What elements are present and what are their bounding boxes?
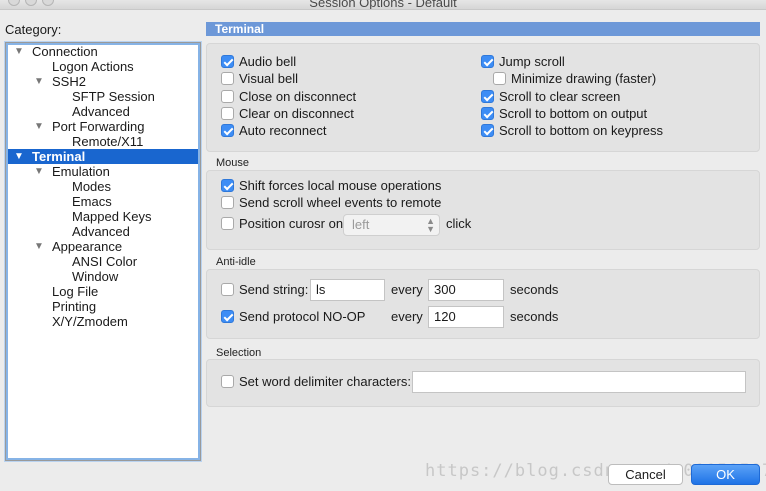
send-string-input[interactable]: ls bbox=[310, 279, 385, 301]
word-delimiter-input[interactable] bbox=[412, 371, 746, 393]
send-scroll-option[interactable]: Send scroll wheel events to remote bbox=[221, 195, 441, 211]
visual-bell-option[interactable]: Visual bell bbox=[221, 71, 298, 87]
tree-item-ansi-color[interactable]: ANSI Color bbox=[72, 254, 137, 269]
audio-bell-checkbox[interactable] bbox=[221, 55, 234, 68]
tree-item-ssh2-advanced[interactable]: Advanced bbox=[72, 104, 130, 119]
clear-on-disconnect-checkbox[interactable] bbox=[221, 107, 234, 120]
tree-item-appearance[interactable]: Appearance bbox=[52, 239, 122, 254]
send-scroll-checkbox[interactable] bbox=[221, 196, 234, 209]
send-string-option[interactable]: Send string: bbox=[221, 282, 308, 298]
tree-item-xyzmodem[interactable]: X/Y/Zmodem bbox=[52, 314, 128, 329]
tree-item-sftp-session[interactable]: SFTP Session bbox=[72, 89, 155, 104]
scroll-bottom-output-option[interactable]: Scroll to bottom on output bbox=[481, 106, 647, 122]
shift-forces-checkbox[interactable] bbox=[221, 179, 234, 192]
expand-triangle-icon[interactable]: ▼ bbox=[34, 119, 44, 134]
ok-button[interactable]: OK bbox=[691, 464, 760, 485]
tree-item-printing[interactable]: Printing bbox=[52, 299, 96, 314]
minimize-drawing-option[interactable]: Minimize drawing (faster) bbox=[493, 71, 656, 87]
click-label: click bbox=[446, 216, 472, 231]
tree-item-port-forwarding[interactable]: Port Forwarding bbox=[52, 119, 144, 134]
anti-idle-section-title: Anti-idle bbox=[216, 256, 256, 268]
tree-item-emulation-advanced[interactable]: Advanced bbox=[72, 224, 130, 239]
tree-item-mapped-keys[interactable]: Mapped Keys bbox=[72, 209, 152, 224]
seconds-label: seconds bbox=[510, 309, 559, 324]
position-cursor-select[interactable]: left ▲ ▼ bbox=[343, 214, 440, 236]
tree-item-connection[interactable]: Connection bbox=[32, 44, 98, 59]
tree-item-window[interactable]: Window bbox=[72, 269, 118, 284]
tree-item-ssh2[interactable]: SSH2 bbox=[52, 74, 86, 89]
tree-item-log-file[interactable]: Log File bbox=[52, 284, 98, 299]
tree-item-remote-x11[interactable]: Remote/X11 bbox=[72, 134, 143, 149]
position-cursor-checkbox[interactable] bbox=[221, 217, 234, 230]
tree-item-emacs[interactable]: Emacs bbox=[72, 194, 112, 209]
send-string-checkbox[interactable] bbox=[221, 283, 234, 296]
every-label: every bbox=[391, 282, 423, 297]
title-bar: Session Options - Default bbox=[0, 0, 766, 10]
shift-forces-option[interactable]: Shift forces local mouse operations bbox=[221, 178, 441, 194]
position-cursor-option[interactable]: Position curosr on bbox=[221, 216, 343, 232]
every-label: every bbox=[391, 309, 423, 324]
expand-triangle-icon[interactable]: ▼ bbox=[34, 164, 44, 179]
tree-item-modes[interactable]: Modes bbox=[72, 179, 111, 194]
updown-chevron-icon: ▲ ▼ bbox=[426, 216, 435, 234]
close-on-disconnect-checkbox[interactable] bbox=[221, 90, 234, 103]
scroll-bottom-keypress-option[interactable]: Scroll to bottom on keypress bbox=[481, 123, 663, 139]
word-delimiter-option[interactable]: Set word delimiter characters: bbox=[221, 374, 411, 390]
scroll-bottom-keypress-checkbox[interactable] bbox=[481, 124, 494, 137]
auto-reconnect-option[interactable]: Auto reconnect bbox=[221, 123, 326, 139]
scroll-to-clear-option[interactable]: Scroll to clear screen bbox=[481, 89, 620, 105]
scroll-bottom-output-checkbox[interactable] bbox=[481, 107, 494, 120]
expand-triangle-icon[interactable]: ▼ bbox=[34, 74, 44, 89]
audio-bell-option[interactable]: Audio bell bbox=[221, 54, 296, 70]
category-tree[interactable]: ▼ Connection Logon Actions ▼ SSH2 SFTP Ses… bbox=[5, 42, 201, 461]
expand-triangle-icon[interactable]: ▼ bbox=[34, 239, 44, 254]
tree-item-emulation[interactable]: Emulation bbox=[52, 164, 110, 179]
selection-section-title: Selection bbox=[216, 347, 262, 359]
seconds-label: seconds bbox=[510, 282, 559, 297]
jump-scroll-checkbox[interactable] bbox=[481, 55, 494, 68]
tree-item-terminal-row[interactable]: ▼ Terminal bbox=[8, 149, 198, 164]
tree-item-terminal[interactable]: Terminal bbox=[32, 149, 85, 164]
scroll-to-clear-checkbox[interactable] bbox=[481, 90, 494, 103]
send-noop-option[interactable]: Send protocol NO-OP bbox=[221, 309, 365, 325]
panel-title: Terminal bbox=[206, 22, 760, 36]
send-noop-checkbox[interactable] bbox=[221, 310, 234, 323]
window-title: Session Options - Default bbox=[309, 0, 457, 10]
cancel-button[interactable]: Cancel bbox=[608, 464, 683, 485]
mouse-section-title: Mouse bbox=[216, 157, 250, 169]
clear-on-disconnect-option[interactable]: Clear on disconnect bbox=[221, 106, 354, 122]
expand-triangle-icon[interactable]: ▼ bbox=[14, 44, 24, 59]
word-delimiter-checkbox[interactable] bbox=[221, 375, 234, 388]
close-on-disconnect-option[interactable]: Close on disconnect bbox=[221, 89, 356, 105]
visual-bell-checkbox[interactable] bbox=[221, 72, 234, 85]
expand-triangle-icon[interactable]: ▼ bbox=[14, 149, 24, 164]
minimize-drawing-checkbox[interactable] bbox=[493, 72, 506, 85]
tree-item-logon-actions[interactable]: Logon Actions bbox=[52, 59, 134, 74]
category-label: Category: bbox=[5, 22, 62, 37]
send-noop-interval-input[interactable]: 120 bbox=[428, 306, 504, 328]
jump-scroll-option[interactable]: Jump scroll bbox=[481, 54, 565, 70]
auto-reconnect-checkbox[interactable] bbox=[221, 124, 234, 137]
send-string-interval-input[interactable]: 300 bbox=[428, 279, 504, 301]
